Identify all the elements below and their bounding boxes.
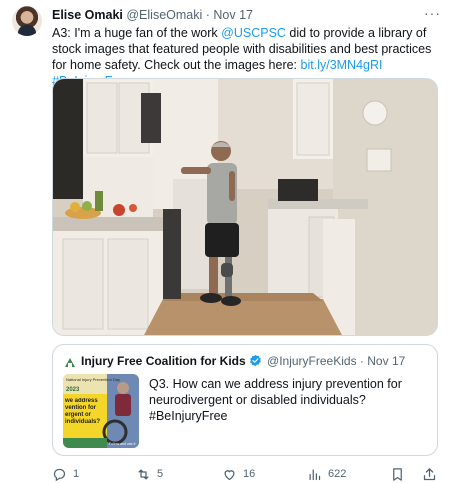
share-icon [423,467,436,480]
retweet-icon [138,469,149,479]
user-handle[interactable]: @EliseOmaki [126,8,202,22]
quote-thumbnail[interactable]: National Injury Prevention Day 2023 we a… [63,374,139,448]
quote-separator: · [359,354,364,368]
bookmark-icon [393,467,402,481]
reply-icon [53,468,66,481]
tweet-date[interactable]: Nov 17 [213,8,253,22]
verified-icon [249,354,261,367]
thumb-line4: Follow and use # [109,442,136,446]
quote-thumbnail-graphic: National Injury Prevention Day 2023 we a… [63,374,139,448]
quote-header: Injury Free Coalition for Kids @InjuryFr… [81,354,405,368]
like-icon [224,469,235,480]
url-link[interactable]: bit.ly/3MN4gRI [301,58,383,72]
thumb-line2: 2023 [66,387,80,393]
quoted-tweet[interactable]: Injury Free Coalition for Kids @InjuryFr… [52,344,438,456]
retweet-button[interactable]: 5 [136,466,163,482]
tweet[interactable]: Elise Omaki @EliseOmaki · Nov 17 ··· A3:… [0,0,450,483]
share-button[interactable] [422,466,437,482]
mention-link[interactable]: @USCPSC [221,26,286,40]
views-button[interactable]: 622 [307,466,346,482]
reply-count: 1 [73,468,80,480]
tweet-header: Elise Omaki @EliseOmaki · Nov 17 [52,8,432,24]
quote-date[interactable]: Nov 17 [367,354,405,368]
tweet-photo[interactable] [52,78,438,336]
thumb-line3: we address vention for ergent or individ… [65,398,101,425]
like-button[interactable]: 16 [222,466,255,482]
views-count: 622 [328,468,347,480]
more-icon[interactable]: ··· [424,6,440,20]
like-count: 16 [243,468,256,480]
tweet-text-prefix: A3: I'm a huge fan of the work [52,26,222,40]
kitchen-photo [53,79,437,335]
views-icon [309,469,321,480]
quote-text: Q3. How can we address injury prevention… [149,377,402,423]
quote-avatar[interactable] [63,355,77,369]
separator: · [205,8,210,22]
avatar[interactable] [12,6,42,36]
bookmark-button[interactable] [390,466,405,482]
quote-handle[interactable]: @InjuryFreeKids [267,354,357,368]
reply-button[interactable]: 1 [52,466,79,482]
display-name[interactable]: Elise Omaki [52,8,123,22]
retweet-count: 5 [157,468,164,480]
thumb-line1: National Injury Prevention Day [66,377,120,382]
tweet-actions: 1 5 16 622 [52,466,442,482]
quote-display-name[interactable]: Injury Free Coalition for Kids [81,354,246,368]
